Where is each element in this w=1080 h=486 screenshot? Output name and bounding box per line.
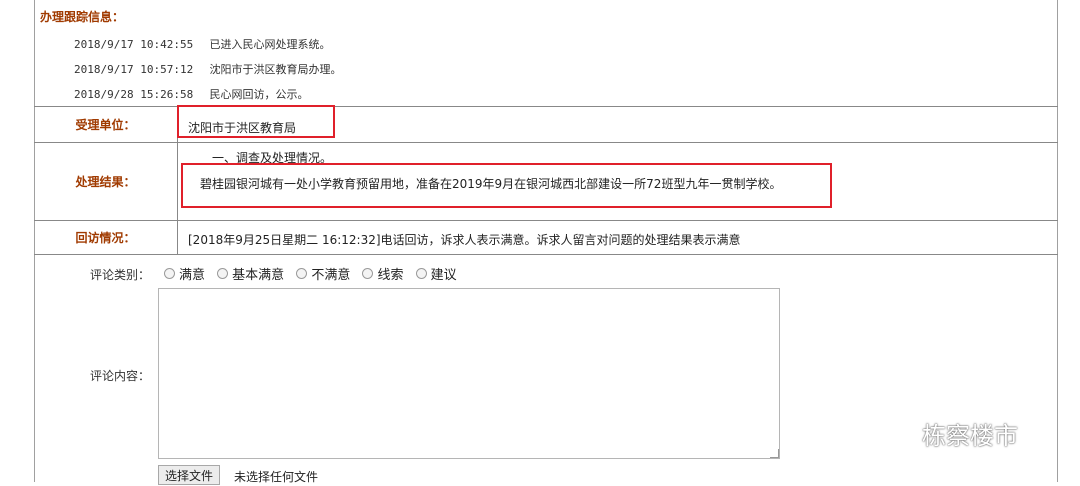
choose-file-button[interactable]: 选择文件: [158, 465, 221, 485]
watermark-text: 栋察楼市: [922, 422, 1018, 450]
radio-clue[interactable]: 线索: [362, 264, 403, 283]
radio-satisfied[interactable]: 满意: [164, 264, 205, 283]
radio-circle[interactable]: [296, 268, 308, 279]
category-label: 评论类别：: [89, 268, 150, 282]
tracking-section: 办理跟踪信息： 2018/9/17 10:42:55 已进入民心网处理系统。 2…: [34, 0, 1058, 107]
content-label: 评论内容：: [89, 369, 150, 383]
tracking-text: 民心网回访，公示。: [209, 88, 309, 101]
radio-label: 建议: [430, 268, 457, 283]
tracking-time: 2018/9/28 15:26:58: [74, 88, 194, 101]
radio-label: 不满意: [311, 268, 351, 283]
radio-circle[interactable]: [362, 268, 374, 279]
category-radio-group: 满意 基本满意 不满意 线索 建议: [164, 264, 465, 283]
resize-grip-icon[interactable]: [770, 449, 779, 458]
tracking-text: 已进入民心网处理系统。: [209, 38, 331, 51]
highlight-box-unit: [177, 105, 335, 138]
radio-circle[interactable]: [217, 268, 229, 279]
tracking-time: 2018/9/17 10:42:55: [74, 38, 194, 51]
highlight-box-result: [181, 163, 832, 208]
tracking-text: 沈阳市于洪区教育局办理。: [209, 63, 342, 76]
tracking-entry: 2018/9/28 15:26:58 民心网回访，公示。: [74, 86, 309, 102]
tracking-time: 2018/9/17 10:57:12: [74, 63, 194, 76]
tracking-entry: 2018/9/17 10:42:55 已进入民心网处理系统。: [74, 36, 331, 52]
radio-suggestion[interactable]: 建议: [415, 264, 457, 283]
wechat-icon: [877, 419, 914, 447]
radio-basically-satisfied[interactable]: 基本满意: [217, 264, 284, 283]
tracking-entry: 2018/9/17 10:57:12 沈阳市于洪区教育局办理。: [74, 61, 342, 77]
unit-label: 受理单位：: [34, 107, 178, 142]
comment-textarea[interactable]: [158, 288, 780, 459]
radio-unsatisfied[interactable]: 不满意: [296, 264, 350, 283]
radio-circle[interactable]: [164, 268, 175, 279]
result-label: 处理结果：: [34, 143, 178, 220]
watermark: 栋察楼市: [876, 416, 1018, 451]
radio-label: 满意: [179, 268, 206, 283]
file-status: 未选择任何文件: [234, 470, 319, 484]
followup-label: 回访情况：: [34, 221, 178, 254]
followup-value: [2018年9月25日星期二 16:12:32]电话回访，诉求人表示满意。诉求人…: [188, 233, 741, 247]
tracking-heading: 办理跟踪信息：: [40, 10, 125, 24]
radio-label: 线索: [377, 268, 404, 283]
radio-circle[interactable]: [415, 268, 427, 279]
radio-label: 基本满意: [232, 268, 285, 283]
followup-row: 回访情况： [2018年9月25日星期二 16:12:32]电话回访，诉求人表示…: [34, 221, 1058, 255]
